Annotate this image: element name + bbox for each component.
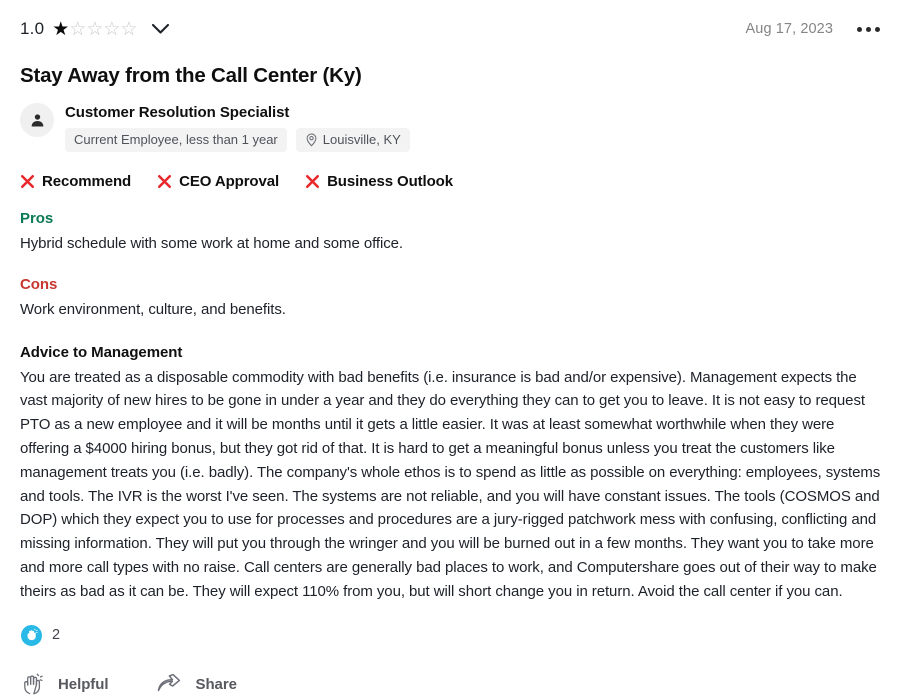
review-title: Stay Away from the Call Center (Ky) xyxy=(20,64,362,87)
reaction-count: 2 xyxy=(52,627,61,644)
review-card: 1.0 ★ ☆ ☆ ☆ ☆ Aug 17, 2023 Stay Away fro… xyxy=(0,0,902,695)
cons-section: Cons Work environment, culture, and bene… xyxy=(20,276,882,322)
red-x-icon xyxy=(305,174,320,189)
recommendation-flags: Recommend CEO Approval Business Outlook xyxy=(20,173,882,190)
star-rating: ★ ☆ ☆ ☆ ☆ xyxy=(52,20,137,39)
flag-recommend: Recommend xyxy=(20,173,131,190)
employment-status-label: Current Employee, less than 1 year xyxy=(74,132,278,147)
dot xyxy=(875,26,880,32)
share-button[interactable]: Share xyxy=(156,673,237,695)
pros-section: Pros Hybrid schedule with some work at h… xyxy=(20,210,882,256)
flag-ceo-approval-label: CEO Approval xyxy=(179,173,280,190)
advice-body: You are treated as a disposable commodit… xyxy=(20,368,881,600)
star-icon-1: ★ xyxy=(52,18,70,40)
share-arrow-icon xyxy=(156,673,182,695)
header-meta: Aug 17, 2023 xyxy=(746,21,882,38)
author-job-title: Customer Resolution Specialist xyxy=(65,104,290,121)
reactions-row[interactable]: 2 xyxy=(20,623,882,647)
flag-business-outlook-label: Business Outlook xyxy=(327,173,453,190)
star-icon-3: ☆ xyxy=(86,18,104,40)
location-label: Louisville, KY xyxy=(322,132,401,147)
author-chips: Current Employee, less than 1 year Louis… xyxy=(65,128,410,152)
advice-heading: Advice to Management xyxy=(20,343,183,361)
person-icon xyxy=(31,113,43,126)
review-header: 1.0 ★ ☆ ☆ ☆ ☆ Aug 17, 2023 xyxy=(20,0,882,58)
red-x-icon xyxy=(20,174,35,189)
pros-heading: Pros xyxy=(20,210,54,227)
chevron-down-icon[interactable] xyxy=(151,23,170,35)
dot xyxy=(866,26,871,32)
dot xyxy=(857,26,862,32)
flag-business-outlook: Business Outlook xyxy=(305,173,453,190)
helpful-label: Helpful xyxy=(58,675,109,693)
cons-heading: Cons xyxy=(20,275,58,293)
red-x-icon xyxy=(157,174,172,189)
share-label: Share xyxy=(195,675,237,693)
advice-section: Advice to Management You are treated as … xyxy=(20,344,882,604)
rating-value: 1.0 xyxy=(20,19,45,38)
star-icon-5: ☆ xyxy=(120,18,138,40)
rating-group[interactable]: 1.0 ★ ☆ ☆ ☆ ☆ xyxy=(20,19,170,39)
location-chip: Louisville, KY xyxy=(295,128,410,152)
star-icon-4: ☆ xyxy=(103,18,121,40)
map-pin-icon xyxy=(305,132,318,147)
clap-hands-icon[interactable] xyxy=(20,623,43,647)
author-block: Customer Resolution Specialist Current E… xyxy=(20,102,882,152)
star-icon-2: ☆ xyxy=(69,18,87,40)
employment-status-chip: Current Employee, less than 1 year xyxy=(65,128,287,152)
flag-ceo-approval: CEO Approval xyxy=(157,173,279,190)
review-date: Aug 17, 2023 xyxy=(745,21,833,37)
three-dots-icon[interactable] xyxy=(855,21,882,38)
cons-body: Work environment, culture, and benefits. xyxy=(20,300,286,318)
avatar xyxy=(20,103,54,137)
pros-body: Hybrid schedule with some work at home a… xyxy=(20,235,404,252)
flag-recommend-label: Recommend xyxy=(42,173,132,190)
author-text: Customer Resolution Specialist Current E… xyxy=(65,102,410,152)
